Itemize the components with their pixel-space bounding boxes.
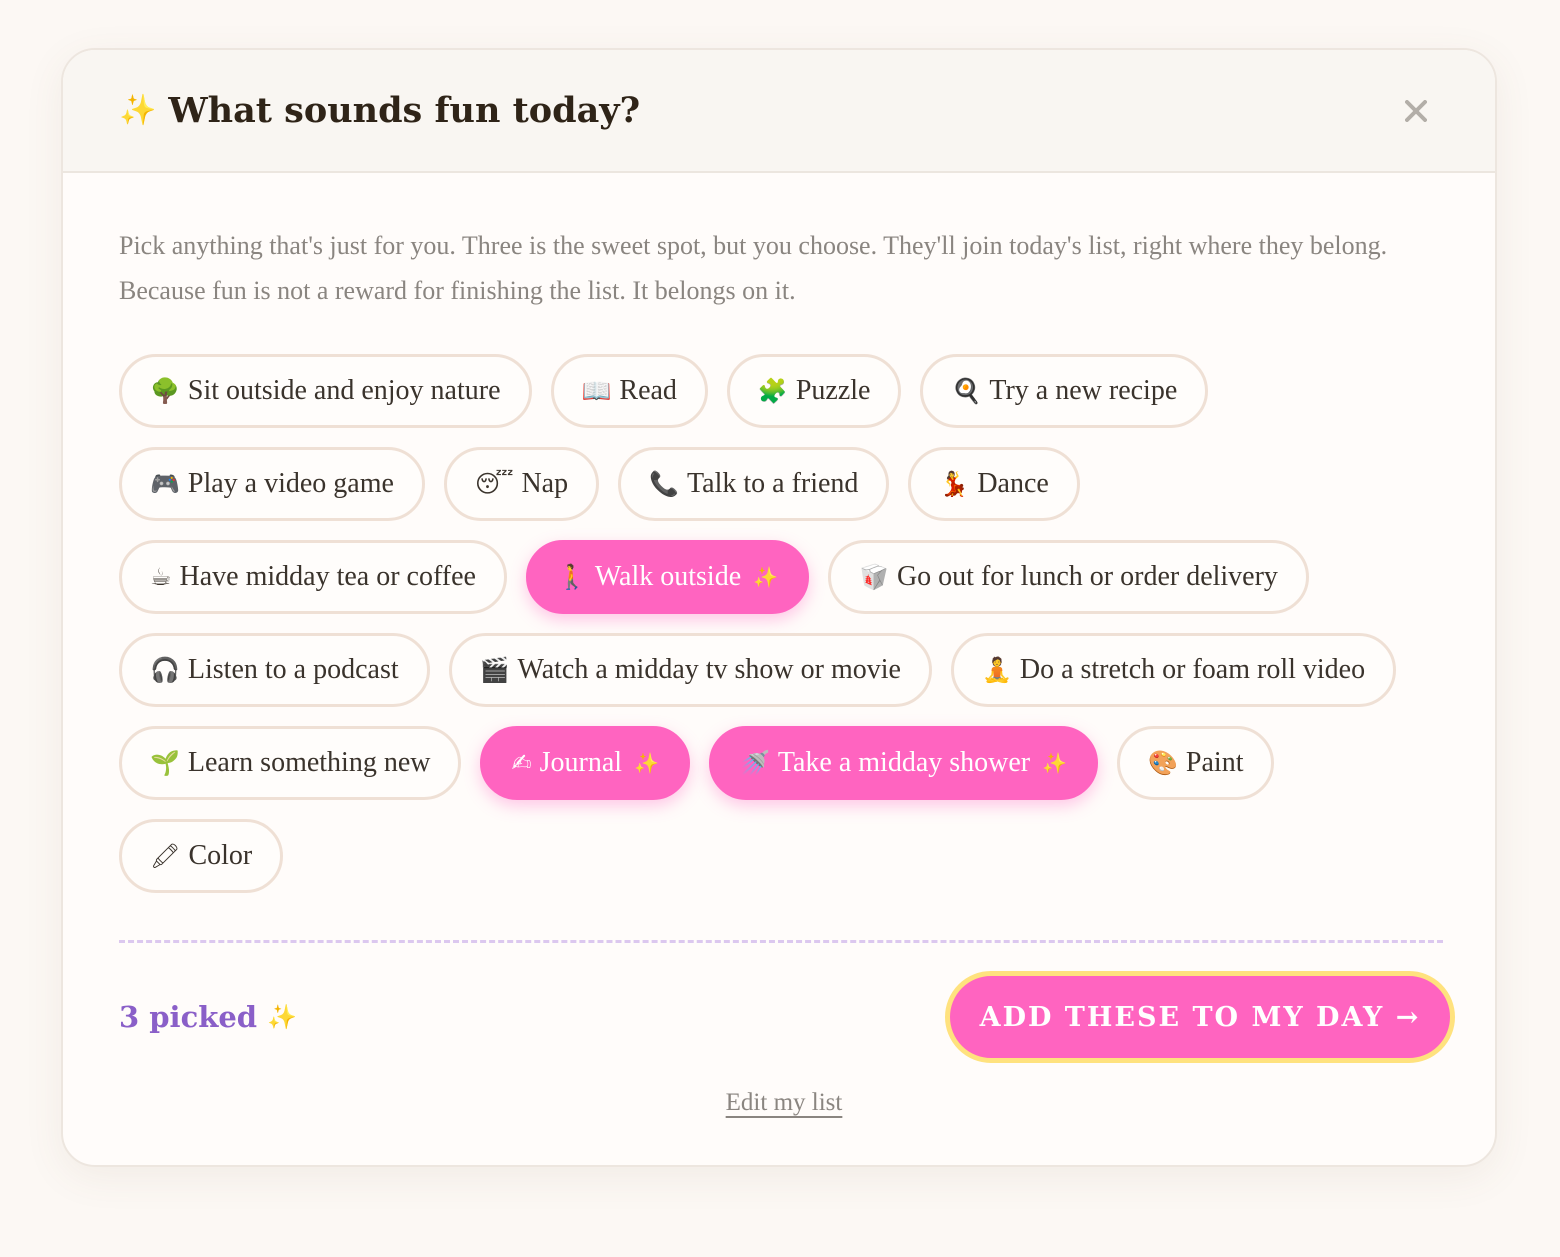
activity-chip-label: Puzzle: [795, 375, 871, 406]
activity-chip-label: Dance: [977, 468, 1049, 499]
modal-header: ✨ What sounds fun today?: [63, 50, 1495, 173]
activity-chip[interactable]: 🎧 Listen to a podcast: [119, 633, 430, 707]
activity-chip[interactable]: 🎬 Watch a midday tv show or movie: [448, 633, 932, 707]
clapper-board-icon: 🎬: [479, 656, 510, 684]
activity-chip-list: 🌳 Sit outside and enjoy nature 📖 Read 🧩 Puzzl…: [119, 354, 1449, 893]
palette-icon: 🎨: [1148, 749, 1178, 777]
activity-chip-label: Play a video game: [187, 468, 394, 499]
activity-chip-label: Watch a midday tv show or movie: [517, 654, 901, 685]
writing-hand-icon: ✍: [511, 749, 532, 777]
activity-chip-label: Paint: [1185, 747, 1244, 778]
activity-chip[interactable]: 🚿 Take a midday shower ✨: [708, 726, 1099, 800]
sparkle-icon: ✨: [119, 92, 157, 128]
sleeping-face-icon: 😴: [474, 470, 514, 498]
close-icon: [1405, 100, 1427, 122]
puzzle-icon: 🧩: [757, 377, 788, 405]
activity-chip[interactable]: 🧘 Do a stretch or foam roll video: [950, 633, 1397, 707]
frying-pan-icon: 🍳: [951, 377, 982, 405]
edit-my-list-link[interactable]: Edit my list: [119, 1089, 1449, 1117]
takeout-box-icon: 🥡: [859, 563, 889, 591]
activity-chip-label: Nap: [521, 468, 569, 499]
activity-chip[interactable]: ☕ Have midday tea or coffee: [119, 540, 507, 614]
dancer-icon: 💃: [939, 470, 970, 498]
activity-chip-label: Walk outside: [594, 561, 742, 592]
activity-chip[interactable]: 🎮 Play a video game: [119, 447, 425, 521]
book-icon: 📖: [581, 377, 612, 405]
activity-chip[interactable]: ✍ Journal ✨: [480, 726, 690, 800]
activity-chip-label: Take a midday shower: [777, 747, 1031, 778]
activity-chip-label: Read: [619, 375, 677, 406]
game-controller-icon: 🎮: [150, 470, 180, 498]
activity-chip-label: Do a stretch or foam roll video: [1019, 654, 1366, 685]
activity-chip-label: Talk to a friend: [687, 468, 859, 499]
activity-chip[interactable]: 🎨 Paint: [1117, 726, 1275, 800]
activity-chip[interactable]: 😴 Nap: [443, 447, 600, 521]
activity-chip[interactable]: 💃 Dance: [908, 447, 1080, 521]
activity-chip-label: Journal: [539, 747, 623, 778]
picked-count-label: 3 picked: [119, 1000, 258, 1034]
meditation-icon: 🧘: [981, 656, 1012, 684]
activity-chip-label: Color: [188, 840, 253, 871]
sparkle-icon: ✨: [267, 1003, 297, 1031]
footer-row: 3 picked ✨ ADD THESE TO MY DAY →: [119, 971, 1455, 1063]
activity-chip-label: Learn something new: [187, 747, 431, 778]
tree-icon: 🌳: [150, 377, 180, 405]
walking-person-icon: 🚶: [556, 563, 587, 591]
shower-icon: 🚿: [739, 749, 770, 777]
sparkle-icon: ✨: [634, 751, 659, 775]
activity-chip[interactable]: 🚶 Walk outside ✨: [525, 540, 810, 614]
activity-chip[interactable]: 🌱 Learn something new: [119, 726, 462, 800]
activity-chip[interactable]: 📖 Read: [550, 354, 708, 428]
activity-chip-label: Sit outside and enjoy nature: [187, 375, 501, 406]
crayon-icon: 🖍: [150, 842, 181, 870]
add-to-my-day-button[interactable]: ADD THESE TO MY DAY →: [945, 971, 1455, 1063]
modal-title: What sounds fun today?: [168, 90, 641, 131]
activity-chip-label: Listen to a podcast: [187, 654, 399, 685]
phone-icon: 📞: [649, 470, 679, 498]
dashed-divider: [119, 940, 1443, 943]
activity-chip[interactable]: 🖍 Color: [119, 819, 284, 893]
sparkle-icon: ✨: [753, 565, 779, 589]
activity-chip[interactable]: 🧩 Puzzle: [726, 354, 902, 428]
activity-chip[interactable]: 📞 Talk to a friend: [618, 447, 890, 521]
sparkle-icon: ✨: [1042, 751, 1068, 775]
activity-chip-label: Try a new recipe: [989, 375, 1178, 406]
activity-chip[interactable]: 🥡 Go out for lunch or order delivery: [828, 540, 1309, 614]
modal-body: Pick anything that's just for you. Three…: [63, 173, 1495, 1117]
fun-picker-modal: ✨ What sounds fun today? Pick anything t…: [61, 48, 1497, 1167]
close-button[interactable]: [1399, 94, 1433, 128]
intro-text: Pick anything that's just for you. Three…: [119, 231, 1388, 305]
activity-chip[interactable]: 🍳 Try a new recipe: [920, 354, 1209, 428]
headphones-icon: 🎧: [150, 656, 180, 684]
activity-chip[interactable]: 🌳 Sit outside and enjoy nature: [119, 354, 532, 428]
activity-chip-label: Have midday tea or coffee: [179, 561, 476, 592]
activity-chip-label: Go out for lunch or order delivery: [896, 561, 1278, 592]
picked-count: 3 picked ✨: [119, 1000, 297, 1034]
seedling-icon: 🌱: [150, 749, 180, 777]
coffee-icon: ☕: [150, 563, 172, 591]
